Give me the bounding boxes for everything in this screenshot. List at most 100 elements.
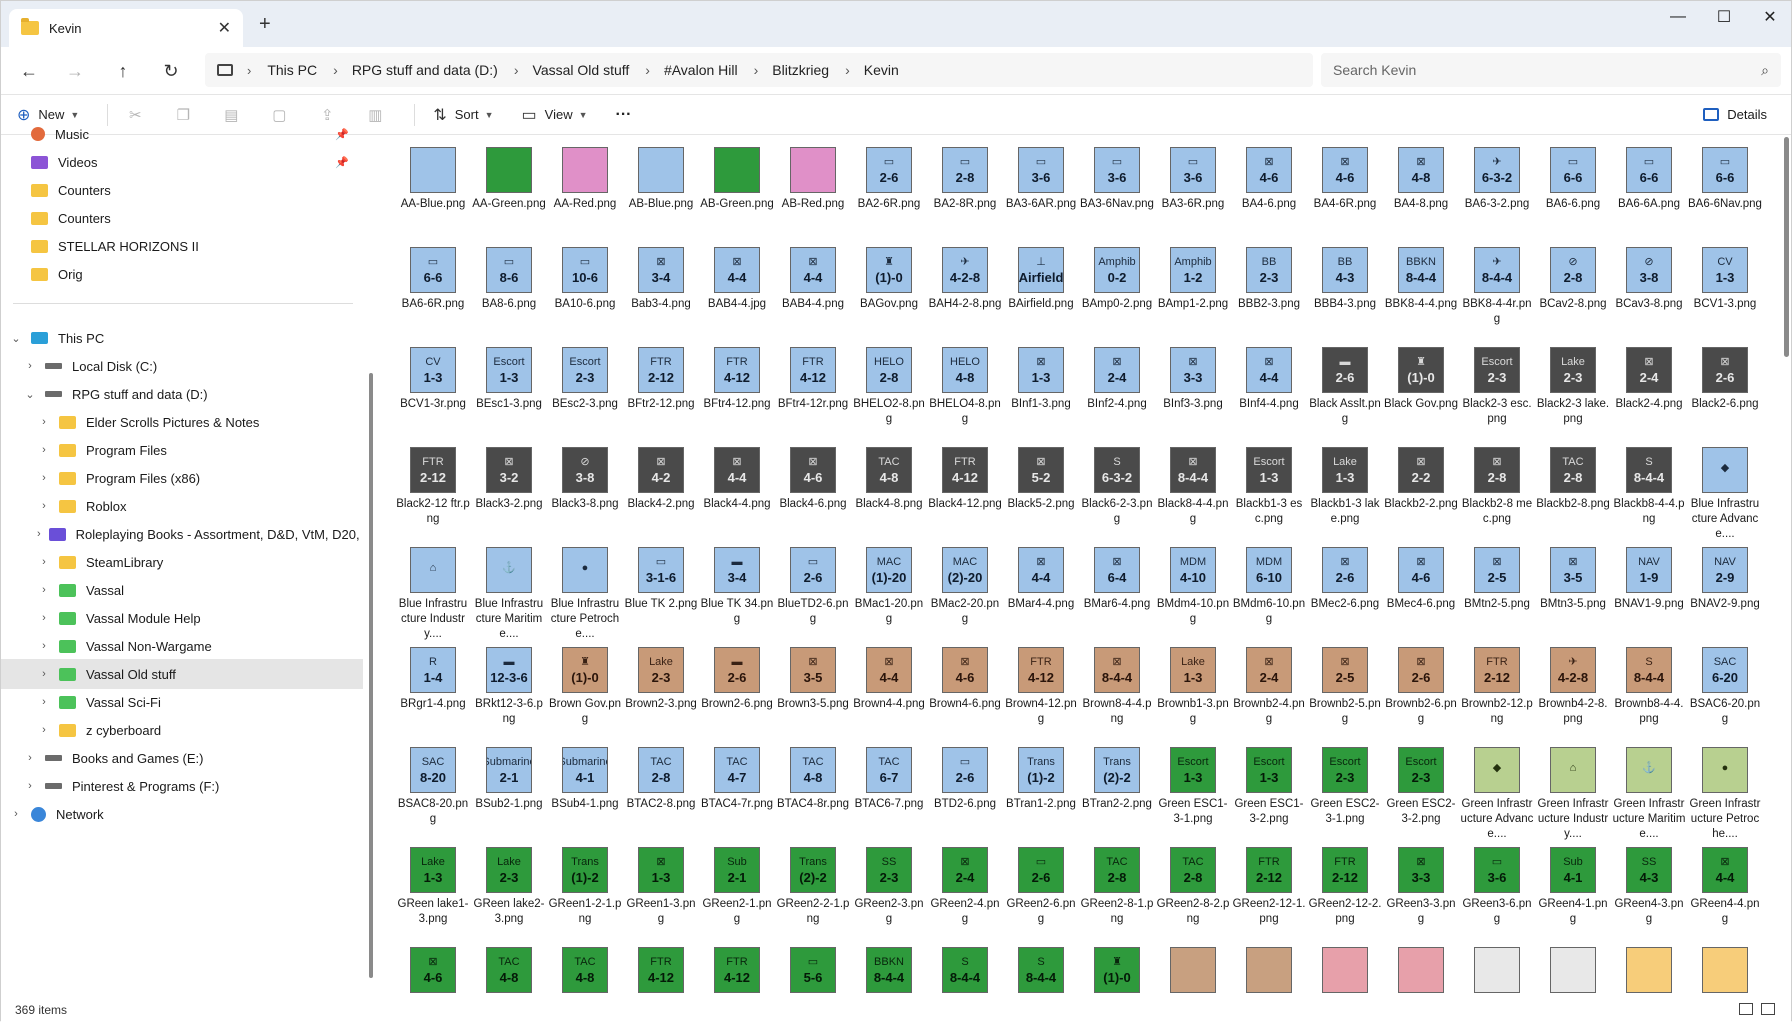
file-item[interactable]: FTR 4-12 BFtr4-12.png bbox=[699, 343, 775, 443]
breadcrumb-item[interactable]: This PC › bbox=[267, 62, 351, 78]
file-item[interactable]: AA-Red.png bbox=[547, 143, 623, 243]
sidebar-tree-item[interactable]: › Local Disk (C:) bbox=[1, 351, 363, 381]
file-item[interactable]: ▭ 2-6 BTD2-6.png bbox=[927, 743, 1003, 843]
back-button[interactable]: ← bbox=[13, 57, 45, 85]
file-item[interactable]: ▭ 2-8 BA2-8R.png bbox=[927, 143, 1003, 243]
sort-button[interactable]: ⇅ Sort ▼ bbox=[433, 105, 493, 125]
file-item[interactable]: ◆ Green Infrastructure Advance.... bbox=[1459, 743, 1535, 843]
file-item[interactable]: R 1-4 BRgr1-4.png bbox=[395, 643, 471, 743]
file-item[interactable]: S 6-3-2 Black6-2-3.png bbox=[1079, 443, 1155, 543]
file-item[interactable]: ⚓ Green Infrastructure Maritime.... bbox=[1611, 743, 1687, 843]
file-item[interactable]: Escort 1-3 Green ESC1-3-2.png bbox=[1231, 743, 1307, 843]
expand-chevron-icon[interactable]: › bbox=[37, 528, 41, 540]
file-item[interactable]: ▭ 8-6 BA8-6.png bbox=[471, 243, 547, 343]
file-item[interactable]: ⊠ 5-2 Black5-2.png bbox=[1003, 443, 1079, 543]
file-item[interactable]: ⊥ Airfield BAirfield.png bbox=[1003, 243, 1079, 343]
file-item[interactable]: ⊠ 2-4 Brownb2-4.png bbox=[1231, 643, 1307, 743]
file-item[interactable]: Lake 2-3 Brown2-3.png bbox=[623, 643, 699, 743]
file-item[interactable]: SS 2-3 GReen2-3.png bbox=[851, 843, 927, 943]
file-item[interactable]: MDM 6-10 BMdm6-10.png bbox=[1231, 543, 1307, 643]
file-item[interactable]: CV 1-3 BCV1-3.png bbox=[1687, 243, 1763, 343]
file-item[interactable]: NAV 2-9 BNAV2-9.png bbox=[1687, 543, 1763, 643]
expand-chevron-icon[interactable]: ⌄ bbox=[23, 388, 37, 401]
sidebar-tree-item[interactable]: › Roleplaying Books - Assortment, D&D, Vt… bbox=[1, 519, 363, 549]
file-item[interactable]: FTR 2-12 Brownb2-12.png bbox=[1459, 643, 1535, 743]
expand-chevron-icon[interactable]: › bbox=[37, 724, 51, 736]
file-item[interactable]: TAC4-8GReen4-8-1.png bbox=[471, 943, 547, 997]
file-item[interactable]: ⊠ 3-3 BInf3-3.png bbox=[1155, 343, 1231, 443]
file-item[interactable]: TAC 6-7 BTAC6-7.png bbox=[851, 743, 927, 843]
forward-button[interactable]: → bbox=[59, 57, 91, 85]
new-tab-button[interactable]: + bbox=[259, 13, 271, 36]
sidebar-tree-item[interactable]: › Vassal bbox=[1, 575, 363, 605]
file-item[interactable]: Amphib 0-2 BAmp0-2.png bbox=[1079, 243, 1155, 343]
file-item[interactable]: ⊠ 2-8 Blackb2-8 mec.png bbox=[1459, 443, 1535, 543]
sidebar-item[interactable]: Counters bbox=[1, 175, 363, 205]
file-item[interactable]: ▬ 2-6 Brown2-6.png bbox=[699, 643, 775, 743]
sidebar-tree-item[interactable]: › Elder Scrolls Pictures & Notes bbox=[1, 407, 363, 437]
sidebar-tree-item[interactable]: › Network bbox=[1, 799, 363, 829]
file-item[interactable]: ● Blue Infrastructure Petroche.... bbox=[547, 543, 623, 643]
file-item[interactable]: M Kransnorsd bbox=[1383, 943, 1459, 997]
file-item[interactable]: M NE White bbox=[1535, 943, 1611, 997]
file-item[interactable]: Escort 1-3 Blackb1-3 esc.png bbox=[1231, 443, 1307, 543]
sidebar-item[interactable]: Orig bbox=[1, 259, 363, 289]
file-item[interactable]: M Kransnord bbox=[1307, 943, 1383, 997]
file-item[interactable]: ♜ (1)-0 BAGov.png bbox=[851, 243, 927, 343]
breadcrumb-item[interactable]: Vassal Old stuff › bbox=[533, 62, 664, 78]
file-item[interactable]: M NW Yellow bbox=[1687, 943, 1763, 997]
expand-chevron-icon[interactable]: › bbox=[37, 668, 51, 680]
file-item[interactable]: FTR 2-12 GReen2-12-2.png bbox=[1307, 843, 1383, 943]
details-view-icon[interactable] bbox=[1739, 1003, 1753, 1015]
file-item[interactable]: M Center Brown bbox=[1155, 943, 1231, 997]
large-icons-view-icon[interactable] bbox=[1761, 1003, 1775, 1015]
file-item[interactable]: S8-4-4GReen8-4-4b.png bbox=[1003, 943, 1079, 997]
file-item[interactable]: Trans (2)-2 GReen2-2-1.png bbox=[775, 843, 851, 943]
file-item[interactable]: ♜ (1)-0 Brown Gov.png bbox=[547, 643, 623, 743]
file-item[interactable]: ⊠ 2-6 Black2-6.png bbox=[1687, 343, 1763, 443]
file-item[interactable]: Escort 1-3 Green ESC1-3-1.png bbox=[1155, 743, 1231, 843]
maximize-button[interactable]: ☐ bbox=[1701, 1, 1747, 33]
sidebar-tree-item[interactable]: ⌄ RPG stuff and data (D:) bbox=[1, 379, 363, 409]
file-item[interactable]: HELO 4-8 BHELO4-8.png bbox=[927, 343, 1003, 443]
file-item[interactable]: ⊠ 2-2 Blackb2-2.png bbox=[1383, 443, 1459, 543]
file-item[interactable]: Submarine4-1 BSub4-1.png bbox=[547, 743, 623, 843]
file-item[interactable]: Trans (1)-2 BTran1-2.png bbox=[1003, 743, 1079, 843]
sidebar-tree-item[interactable]: › Vassal Non-Wargame bbox=[1, 631, 363, 661]
file-item[interactable]: BB 4-3 BBB4-3.png bbox=[1307, 243, 1383, 343]
file-item[interactable]: M Center Brown bbox=[1231, 943, 1307, 997]
expand-chevron-icon[interactable]: ⌄ bbox=[9, 332, 23, 345]
file-item[interactable]: NAV 1-9 BNAV1-9.png bbox=[1611, 543, 1687, 643]
file-item[interactable]: ▭ 2-6 GReen2-6.png bbox=[1003, 843, 1079, 943]
breadcrumb-item[interactable]: #Avalon Hill › bbox=[664, 62, 772, 78]
sidebar-scrollbar[interactable] bbox=[369, 373, 373, 978]
file-item[interactable]: ⊠ 2-4 BInf2-4.png bbox=[1079, 343, 1155, 443]
file-item[interactable]: ⊠ 4-6 BA4-6R.png bbox=[1307, 143, 1383, 243]
file-item[interactable]: MDM 4-10 BMdm4-10.png bbox=[1155, 543, 1231, 643]
file-item[interactable]: ▬ 2-6 Black Asslt.png bbox=[1307, 343, 1383, 443]
minimize-button[interactable]: — bbox=[1655, 1, 1701, 33]
file-item[interactable]: ✈ 6-3-2 BA6-3-2.png bbox=[1459, 143, 1535, 243]
search-input[interactable]: Search Kevin bbox=[1333, 62, 1416, 78]
file-item[interactable]: TAC4-8GReen4-8-2.png bbox=[547, 943, 623, 997]
sidebar-tree-item[interactable]: › z cyberboard bbox=[1, 715, 363, 745]
file-item[interactable]: Escort 2-3 BEsc2-3.png bbox=[547, 343, 623, 443]
file-item[interactable]: FTR 2-12 Black2-12 ftr.png bbox=[395, 443, 471, 543]
expand-chevron-icon[interactable]: › bbox=[37, 444, 51, 456]
file-item[interactable]: FTR 4-12 Brown4-12.png bbox=[1003, 643, 1079, 743]
expand-chevron-icon[interactable]: › bbox=[37, 500, 51, 512]
file-item[interactable]: ⊠ 4-4 Brown4-4.png bbox=[851, 643, 927, 743]
file-item[interactable]: ⊠ 4-4 BAB4-4.jpg bbox=[699, 243, 775, 343]
file-item[interactable]: Lake 2-3 GReen lake2-3.png bbox=[471, 843, 547, 943]
tab-kevin[interactable]: Kevin ✕ bbox=[9, 9, 243, 47]
file-item[interactable]: AB-Blue.png bbox=[623, 143, 699, 243]
file-item[interactable]: ▭ 10-6 BA10-6.png bbox=[547, 243, 623, 343]
sidebar-tree-item[interactable]: › Pinterest & Programs (F:) bbox=[1, 771, 363, 801]
file-item[interactable]: ▭ 6-6 BA6-6A.png bbox=[1611, 143, 1687, 243]
file-item[interactable]: Lake 1-3 GReen lake1-3.png bbox=[395, 843, 471, 943]
file-item[interactable]: ⊠ 4-6 Brown4-6.png bbox=[927, 643, 1003, 743]
file-item[interactable]: FTR 2-12 GReen2-12-1.png bbox=[1231, 843, 1307, 943]
file-item[interactable]: AA-Blue.png bbox=[395, 143, 471, 243]
file-item[interactable]: Sub 4-1 GReen4-1.png bbox=[1535, 843, 1611, 943]
sidebar-tree-item[interactable]: › Vassal Module Help bbox=[1, 603, 363, 633]
